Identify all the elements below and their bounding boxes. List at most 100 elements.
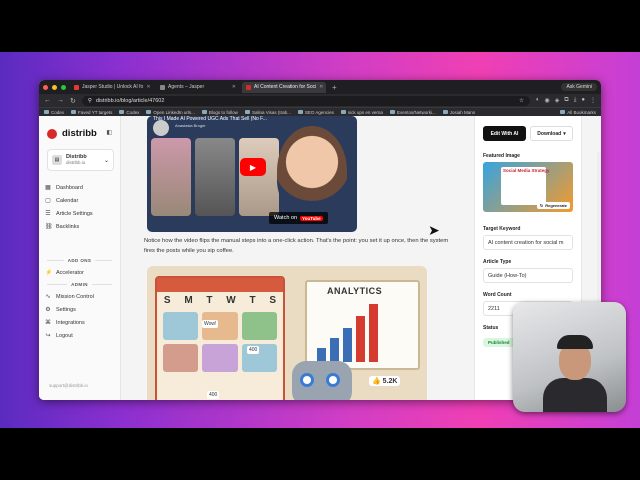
analytics-label: ANALYTICS [327,286,383,296]
sidebar-item-mission-control[interactable]: ∿ Mission Control [39,290,120,303]
analytics-bar [356,316,365,362]
day-letter: T [249,295,256,306]
sidebar-item-article-settings[interactable]: ☰ Article Settings [39,207,120,220]
maximize-window-button[interactable] [61,84,66,90]
bookmark[interactable]: Salina Visas (trab... [244,109,291,115]
extension-icon[interactable]: ◈ [555,97,560,104]
robot-eye [300,373,314,387]
play-icon[interactable]: ▶ [240,158,266,176]
folder-icon [244,110,250,114]
status-badge[interactable]: Published [483,338,515,347]
bookmark[interactable]: Faved YT targets [71,110,112,115]
profile-icon[interactable]: ● [581,97,585,104]
minimize-window-button[interactable] [52,84,57,90]
featured-image-label: Featured Image [483,153,520,159]
article-type-select[interactable]: Guide (How-To) [483,268,573,283]
download-icon[interactable]: ⤓ [574,97,577,104]
calendar-rings [157,278,283,292]
all-bookmarks[interactable]: All Bookmarks [560,110,596,115]
webcam-overlay [513,302,626,412]
sidebar-item-label: Accelerator [56,269,84,276]
day-letter: T [206,295,213,306]
tab-title: Agents – Jasper [168,84,205,90]
reload-icon[interactable]: ↻ [70,97,76,105]
sidebar-item-integrations[interactable]: ⌘ Integrations [39,316,120,329]
browser-tab[interactable]: Agents – Jasper ✕ [156,82,240,93]
integrations-icon: ⌘ [45,320,51,326]
analytics-bar [330,338,339,362]
toolbar: ← → ↻ ⚲ distribb.io/blog/article/47602 ☆… [39,94,601,107]
extension-icon[interactable]: ◐ [536,97,540,104]
folder-icon [389,110,395,114]
embedded-video[interactable]: This I Made AI Powered UGC Ads That Sell… [147,116,357,232]
close-window-button[interactable] [43,84,48,90]
tab-favicon [246,84,251,90]
browser-tab-active[interactable]: AI Content Creation for Soci ✕ [242,81,326,93]
extension-icon[interactable]: ◉ [545,97,550,104]
panel-actions: Edit With AI Download ▾ [475,116,581,141]
bookmark-label: Salina Visas (trab... [251,109,291,115]
workspace-switcher[interactable]: ▤ Distribb distribb.io ⌄ [47,149,114,171]
site-info-icon[interactable]: ⚲ [88,98,92,104]
analytics-board: ANALYTICS [305,280,420,370]
back-icon[interactable]: ← [44,97,51,104]
browser-tab[interactable]: Jasper Studio | Unlock AI fo ✕ [70,82,154,93]
regenerate-button[interactable]: ↻ Regenerate [536,202,570,209]
regenerate-label: Regenerate [545,203,567,208]
close-tab-icon[interactable]: ✕ [232,84,236,90]
sidebar-item-label: Dashboard [56,184,83,191]
sidebar-item-dashboard[interactable]: ▦ Dashboard [39,181,120,194]
sidebar-item-accelerator[interactable]: ⚡ Accelerator [39,266,120,279]
watch-on-youtube-button[interactable]: Watch on YouTube [269,212,328,224]
sidebar-item-calendar[interactable]: ▢ Calendar [39,194,120,207]
bookmark[interactable]: Eventos/Networki... [389,110,436,115]
robot-illustration [292,361,352,400]
featured-image[interactable]: Social Media Strategy ↻ Regenerate [483,162,573,212]
bookmark[interactable]: Blogs to follow [201,110,238,115]
tab-title: AI Content Creation for Soci [254,84,317,90]
sidebar-item-backlinks[interactable]: ⛓ Backlinks [39,220,120,233]
extensions-icon[interactable]: ⧉ [564,97,568,104]
video-thumbnail-face [277,126,347,216]
download-button[interactable]: Download ▾ [530,126,573,141]
close-tab-icon[interactable]: ✕ [319,84,323,90]
extensions: ◐ ◉ ◈ ⧉ ⤓ ● ⋮ [536,97,596,104]
video-channel: Anastasia Broger [175,123,206,128]
ask-gemini-button[interactable]: Ask Gemini [561,83,597,91]
screen: Jasper Studio | Unlock AI fo ✕ Agents – … [0,0,640,480]
bookmark-icon [44,110,49,114]
address-bar[interactable]: ⚲ distribb.io/blog/article/47602 ☆ [81,95,530,106]
bookmark[interactable]: sick ups en verna [340,110,383,115]
bookmark[interactable]: Codex [44,110,64,115]
close-tab-icon[interactable]: ✕ [146,84,150,90]
support-email-link[interactable]: support@distribb.io [49,383,88,388]
bookmark[interactable]: Codex [119,110,139,115]
bookmark-icon [119,110,125,114]
calendar-icon: ▢ [45,198,51,204]
sidebar-item-settings[interactable]: ⚙ Settings [39,303,120,316]
bookmark-label: SEO Agencies [304,109,334,115]
link-icon: ⛓ [45,224,53,230]
section-heading-addons: ADD ONS [39,255,120,266]
new-tab-button[interactable]: + [328,83,341,92]
video-title[interactable]: This I Made AI Powered UGC Ads That Sell… [153,116,351,122]
sidebar-item-logout[interactable]: ↪ Logout [39,329,120,342]
mouse-cursor-icon: ➤ [428,222,440,238]
bookmark[interactable]: SEO Agencies [297,109,334,115]
tab-title: Jasper Studio | Unlock AI fo [82,84,144,90]
edit-with-ai-button[interactable]: Edit With AI [483,126,526,141]
calendar-post-thumbnail [202,344,238,372]
bookmark[interactable]: Open LinkedIn urls... [146,110,195,115]
menu-icon[interactable]: ⋮ [590,97,596,104]
bookmark[interactable]: Josiah Mann [442,110,475,115]
word-count-label: Word Count [483,292,512,298]
bookmark-star-icon[interactable]: ☆ [519,98,524,104]
target-keyword-input[interactable]: AI content creation for social m [483,235,573,250]
brand-name: distribb [62,128,97,139]
forward-icon[interactable]: → [57,97,64,104]
calendar-post-thumbnail [163,312,199,340]
collapse-sidebar-icon[interactable]: ◧ [106,129,112,136]
day-letter: S [163,295,171,306]
presenter-body [543,378,607,412]
calendar-post-thumbnail [241,312,277,340]
